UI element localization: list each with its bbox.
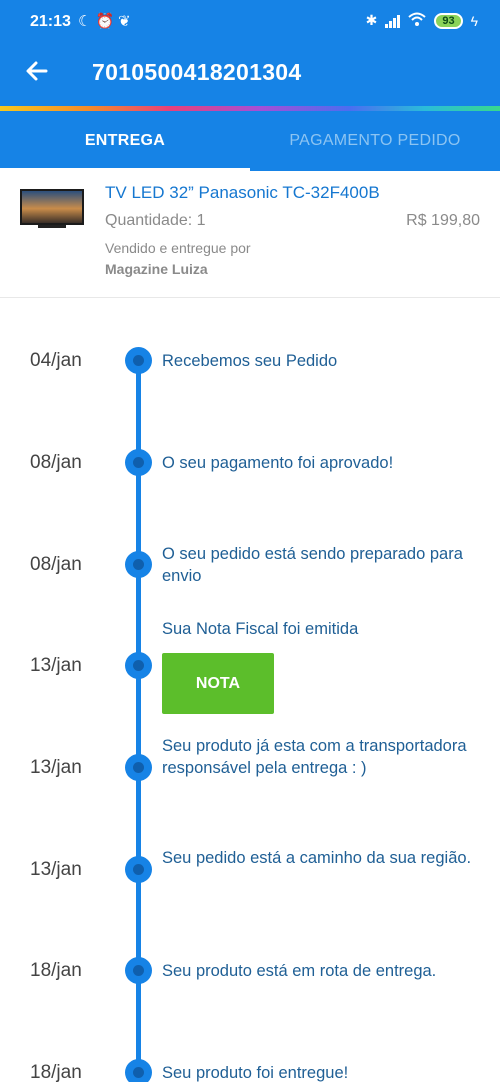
tab-pagamento-pedido[interactable]: PAGAMENTO PEDIDO (250, 111, 500, 171)
event-date: 08/jan (30, 452, 82, 473)
timeline-dot-icon (125, 347, 152, 374)
order-number-title: 7010500418201304 (92, 59, 302, 85)
event-message: Seu produto está em rota de entrega. (162, 962, 437, 980)
event-date: 18/jan (30, 1062, 82, 1082)
event-message: Seu pedido está a caminho da sua região. (162, 849, 472, 867)
product-card[interactable]: TV LED 32” Panasonic TC-32F400B Quantida… (0, 171, 500, 298)
signal-icon (385, 14, 401, 28)
charging-icon: ϟ (470, 12, 478, 29)
product-price: R$ 199,80 (406, 212, 480, 229)
status-right-icons: ✱ 93 ϟ (366, 12, 478, 29)
status-bar: 21:13 ☾ ⏰ ❦ ✱ 93 ϟ (0, 0, 500, 44)
bluetooth-icon: ✱ (365, 12, 378, 28)
status-time: 21:13 (30, 13, 71, 30)
event-message: O seu pagamento foi aprovado! (162, 454, 394, 472)
sold-by-label: Vendido e entregue por (105, 240, 251, 256)
event-date: 13/jan (30, 655, 82, 676)
tab-bar: ENTREGA PAGAMENTO PEDIDO (0, 111, 500, 171)
product-quantity: Quantidade: 1 (105, 212, 206, 229)
event-date: 18/jan (30, 960, 82, 981)
timeline-dot-icon (125, 957, 152, 984)
tab-entrega[interactable]: ENTREGA (0, 111, 250, 171)
status-left-icons: ☾ ⏰ ❦ (78, 12, 131, 30)
app-bar: 7010500418201304 (0, 44, 500, 106)
event-date: 13/jan (30, 757, 82, 778)
moon-icon: ☾ (78, 13, 92, 30)
wifi-icon (408, 12, 426, 29)
event-date: 04/jan (30, 350, 82, 371)
nota-button[interactable]: NOTA (162, 653, 274, 714)
event-date: 13/jan (30, 859, 82, 880)
delivery-timeline: 04/jan Recebemos seu Pedido 08/jan O seu… (0, 298, 500, 1082)
timeline-dot-icon (125, 754, 152, 781)
product-image (20, 189, 84, 229)
event-message: Seu produto foi entregue! (162, 1064, 349, 1082)
alarm-icon: ⏰ (95, 13, 115, 30)
event-date: 08/jan (30, 554, 82, 575)
timeline-dot-icon (125, 449, 152, 476)
seller-name: Magazine Luiza (105, 261, 208, 277)
back-arrow-icon[interactable] (22, 56, 52, 86)
timeline-dot-icon (125, 856, 152, 883)
battery-icon: 93 (434, 12, 463, 29)
leaf-icon: ❦ (118, 13, 131, 30)
timeline-dot-icon (125, 652, 152, 679)
timeline-dot-icon (125, 551, 152, 578)
event-message: Recebemos seu Pedido (162, 352, 338, 370)
event-message: Sua Nota Fiscal foi emitida (162, 620, 359, 638)
product-name[interactable]: TV LED 32” Panasonic TC-32F400B (105, 183, 380, 203)
event-message: O seu pedido está sendo preparado para e… (162, 545, 463, 585)
timeline-dot-icon (125, 1059, 152, 1082)
event-message: Seu produto já esta com a transportadora… (162, 737, 467, 777)
